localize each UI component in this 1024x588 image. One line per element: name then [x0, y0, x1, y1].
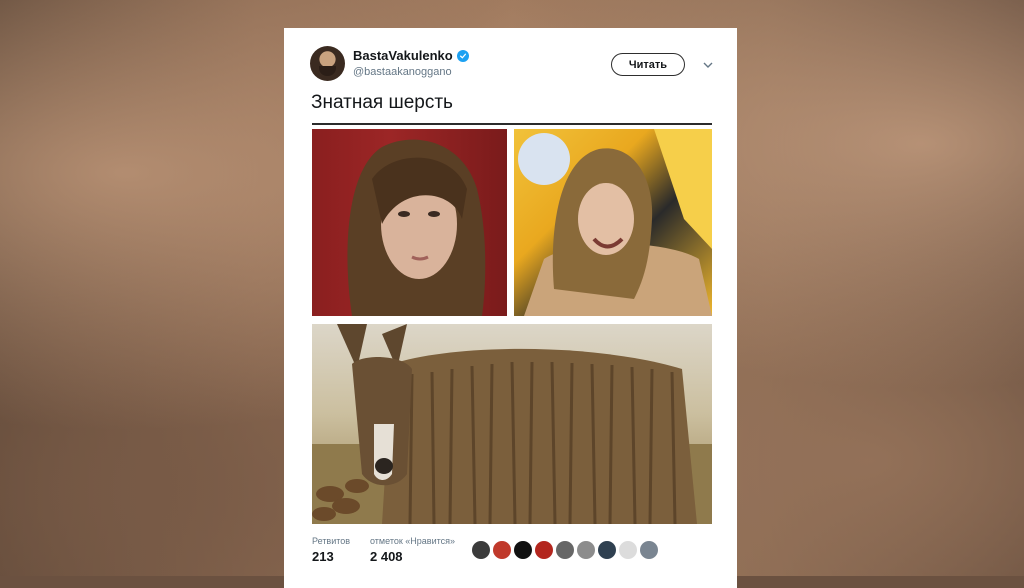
likes-stat[interactable]: отметок «Нравится» 2 408 [370, 536, 455, 564]
photo-portrait-dreadlocks[interactable] [312, 129, 507, 316]
follow-button[interactable]: Читать [611, 53, 685, 76]
display-name[interactable]: BastaVakulenko [353, 48, 453, 63]
tweet-text: Знатная шерсть [311, 92, 453, 113]
liker-avatar[interactable] [619, 541, 637, 559]
retweets-stat[interactable]: Ретвитов 213 [312, 536, 350, 564]
chevron-down-icon[interactable] [702, 58, 714, 70]
liker-avatar[interactable] [472, 541, 490, 559]
media-divider [312, 123, 712, 125]
liker-avatars [472, 541, 658, 559]
likes-count: 2 408 [370, 549, 403, 564]
name-row: BastaVakulenko [353, 48, 469, 63]
photo-laughing-dreadlocks[interactable] [514, 129, 712, 316]
likes-label: отметок «Нравится» [370, 536, 456, 546]
tweet-stats: Ретвитов 213 отметок «Нравится» 2 408 [312, 536, 712, 566]
avatar[interactable] [310, 46, 345, 81]
liker-avatar[interactable] [577, 541, 595, 559]
liker-avatar[interactable] [514, 541, 532, 559]
liker-avatar[interactable] [556, 541, 574, 559]
tweet-header: BastaVakulenko @bastaakanoggano Читать [310, 46, 714, 84]
user-handle[interactable]: @bastaakanoggano [353, 66, 452, 78]
verified-badge-icon [456, 49, 469, 62]
liker-avatar[interactable] [640, 541, 658, 559]
liker-avatar[interactable] [493, 541, 511, 559]
retweets-label: Ретвитов [312, 536, 351, 546]
liker-avatar[interactable] [535, 541, 553, 559]
tweet-card: BastaVakulenko @bastaakanoggano Читать З… [284, 28, 737, 588]
liker-avatar[interactable] [598, 541, 616, 559]
photo-shaggy-donkey[interactable] [312, 324, 712, 524]
retweets-count: 213 [312, 549, 334, 564]
